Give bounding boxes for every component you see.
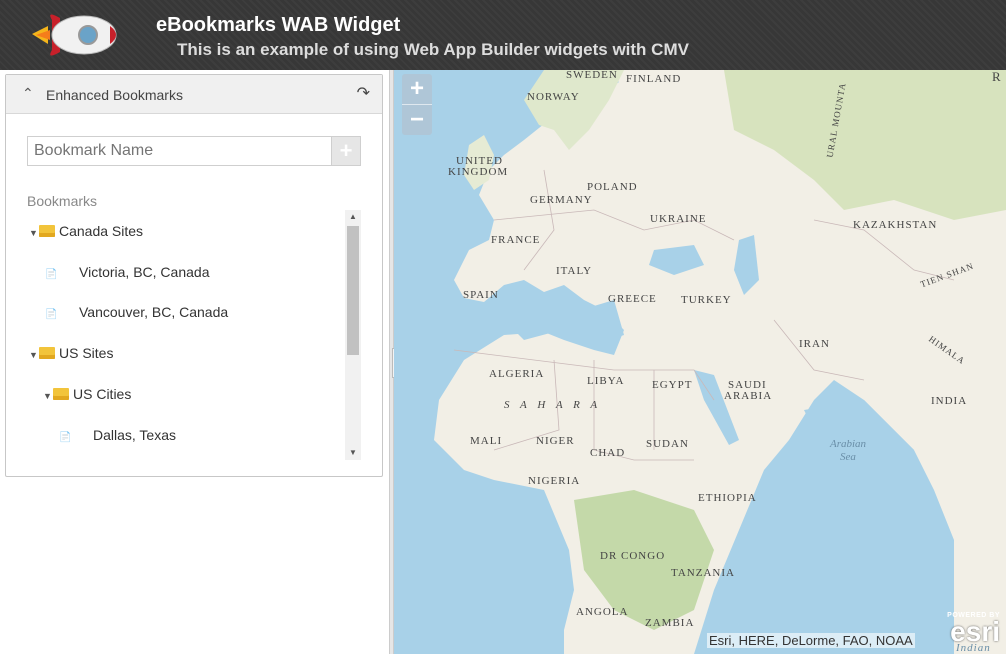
scroll-down-icon[interactable]: ▼ [345,446,361,460]
map-label-angola: ANGOLA [576,606,629,618]
map-label-libya: LIBYA [587,375,625,387]
bookmark-tree: ▼ Canada Sites 📄 Victoria, BC, Canada 📄 Van… [27,207,347,457]
map-label-spain: SPAIN [463,289,499,301]
scroll-up-icon[interactable]: ▲ [345,210,361,224]
tree-folder-canada-sites[interactable]: ▼ Canada Sites [29,221,143,241]
expand-triangle-icon[interactable]: ▼ [29,223,39,243]
map-view[interactable]: SWEDEN FINLAND NORWAY UNITED KINGDOM POL… [394,70,1006,654]
esri-logo[interactable]: POWERED BY esri [938,612,1000,650]
mediterranean-sea [514,300,624,345]
bookmark-icon: 📄 [45,269,58,280]
tree-label: US Cities [73,386,132,402]
map-label-turkey: TURKEY [681,294,732,306]
panel-header[interactable]: ⌃ Enhanced Bookmarks ↷ [6,75,382,114]
map-label-poland: POLAND [587,181,638,193]
map-label-france: FRANCE [491,234,541,246]
tree-bookmark-vancouver[interactable]: 📄 Vancouver, BC, Canada [45,302,228,322]
tree-label: Vancouver, BC, Canada [79,304,229,320]
map-label-tanzania: TANZANIA [671,567,735,579]
bookmark-icon: 📄 [59,432,72,443]
map-label-uk-2: KINGDOM [448,166,509,178]
map-label-arabian-2: Sea [840,451,856,463]
folder-icon [39,347,55,359]
map-label-norway: NORWAY [527,91,580,103]
panel-title: Enhanced Bookmarks [46,87,183,103]
folder-icon [53,388,69,400]
bookmark-name-input[interactable] [28,137,332,165]
chevron-up-icon[interactable]: ⌃ [22,85,34,102]
zoom-out-button[interactable]: − [402,105,432,135]
scrollbar-thumb[interactable] [347,226,359,355]
expand-triangle-icon[interactable]: ▼ [43,386,53,406]
share-icon[interactable]: ↷ [357,83,370,103]
bookmarks-panel: ⌃ Enhanced Bookmarks ↷ + Bookmarks ▼Cana… [5,74,383,477]
map-label-r: R [992,70,1002,84]
tree-label: US Sites [59,345,114,361]
map-attribution[interactable]: Esri, HERE, DeLorme, FAO, NOAA [707,633,915,648]
tree-bookmark-dallas[interactable]: 📄 Dallas, Texas [59,425,176,445]
esri-wordmark: esri [950,616,1000,647]
map-label-niger: NIGER [536,435,575,447]
map-label-italy: ITALY [556,265,593,277]
expand-triangle-icon[interactable]: ▼ [29,345,39,365]
tree-scrollbar[interactable]: ▲ ▼ [345,210,361,460]
map-label-mali: MALI [470,435,503,447]
tree-folder-us-cities[interactable]: ▼ US Cities [43,384,131,404]
add-bookmark-button[interactable]: + [331,137,360,165]
map-label-nigeria: NIGERIA [528,475,581,487]
map-label-egypt: EGYPT [652,379,693,391]
map-label-ukraine: UKRAINE [650,213,707,225]
map-label-kazakhstan: KAZAKHSTAN [853,219,938,231]
tree-label: Victoria, BC, Canada [79,264,210,280]
folder-icon [39,225,55,237]
zoom-control: + − [402,74,432,135]
map-label-zambia: ZAMBIA [645,617,695,629]
map-label-arabian-1: Arabian [830,438,867,450]
zoom-in-button[interactable]: + [402,74,432,104]
map-label-finland: FINLAND [626,73,682,85]
tree-label: Dallas, Texas [93,427,177,443]
map-label-germany: GERMANY [530,194,593,206]
map-label-algeria: ALGERIA [489,368,545,380]
bookmark-icon: 📄 [45,309,58,320]
map-label-saudi-2: ARABIA [724,390,773,402]
map-label-dr-congo: DR CONGO [600,550,666,562]
tree-folder-us-sites[interactable]: ▼ US Sites [29,343,113,363]
map-label-greece: GREECE [608,293,657,305]
map-label-ethiopia: ETHIOPIA [698,492,757,504]
tree-bookmark-victoria[interactable]: 📄 Victoria, BC, Canada [45,262,209,282]
rocket-logo-icon [32,14,117,56]
bookmark-name-field: + [27,136,361,166]
app-header: eBookmarks WAB Widget This is an example… [0,0,1006,70]
left-pane: ⌃ Enhanced Bookmarks ↷ + Bookmarks ▼Cana… [0,70,389,654]
map-label-india: INDIA [931,395,968,407]
map-label-sudan: SUDAN [646,438,689,450]
app-subtitle: This is an example of using Web App Buil… [177,40,689,59]
map-label-sweden: SWEDEN [566,70,618,81]
app-title: eBookmarks WAB Widget [156,14,401,36]
map-label-iran: IRAN [799,338,830,350]
map-label-sahara: S A H A R A [504,399,602,411]
tree-label: Canada Sites [59,223,144,239]
map-label-chad: CHAD [590,447,626,459]
